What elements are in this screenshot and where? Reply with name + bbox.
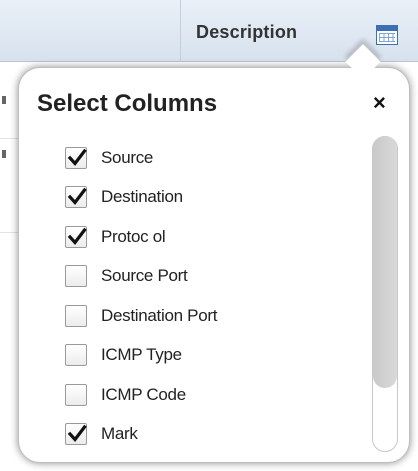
column-option-label: Destination [101, 187, 183, 207]
close-icon[interactable]: × [373, 92, 386, 114]
column-option-label: Source Port [101, 266, 188, 286]
column-option-label: Source [101, 147, 154, 167]
checkbox-checked[interactable] [65, 146, 87, 169]
column-option-list: Source Destination Protoc ol Source Port Des… [65, 138, 217, 454]
checkbox-unchecked[interactable] [65, 304, 87, 327]
checkbox-unchecked[interactable] [65, 344, 87, 367]
select-columns-popover: Select Columns × Source Destination Protoc… [18, 67, 410, 463]
column-option-label: Destination Port [101, 305, 218, 325]
column-option[interactable]: Source Port [65, 257, 217, 297]
column-divider [180, 0, 181, 62]
column-chooser-icon[interactable] [376, 25, 398, 45]
column-option-label: Protoc ol [101, 226, 166, 246]
column-option[interactable]: Destination [65, 178, 217, 218]
truncated-cell-text [2, 96, 6, 104]
column-option[interactable]: ICMP Code [65, 375, 217, 415]
checkbox-unchecked[interactable] [65, 265, 87, 288]
truncated-cell-text [2, 150, 6, 158]
column-option[interactable]: Source [65, 138, 217, 178]
checkbox-checked[interactable] [65, 186, 87, 209]
column-option[interactable]: ICMP Type [65, 336, 217, 376]
popover-title: Select Columns [37, 90, 218, 117]
column-option-label: Mark [101, 424, 138, 444]
checkbox-checked[interactable] [65, 225, 87, 248]
column-option[interactable]: Protoc ol [65, 217, 217, 257]
checkbox-unchecked[interactable] [65, 383, 87, 406]
description-column-header[interactable]: Description [196, 22, 297, 43]
column-option-label: ICMP Code [101, 384, 186, 404]
column-option[interactable]: Mark [65, 415, 217, 455]
column-option[interactable]: Destination Port [65, 296, 217, 336]
column-option-label: ICMP Type [101, 345, 182, 365]
scrollbar-thumb[interactable] [373, 136, 397, 388]
checkbox-checked[interactable] [65, 423, 87, 446]
